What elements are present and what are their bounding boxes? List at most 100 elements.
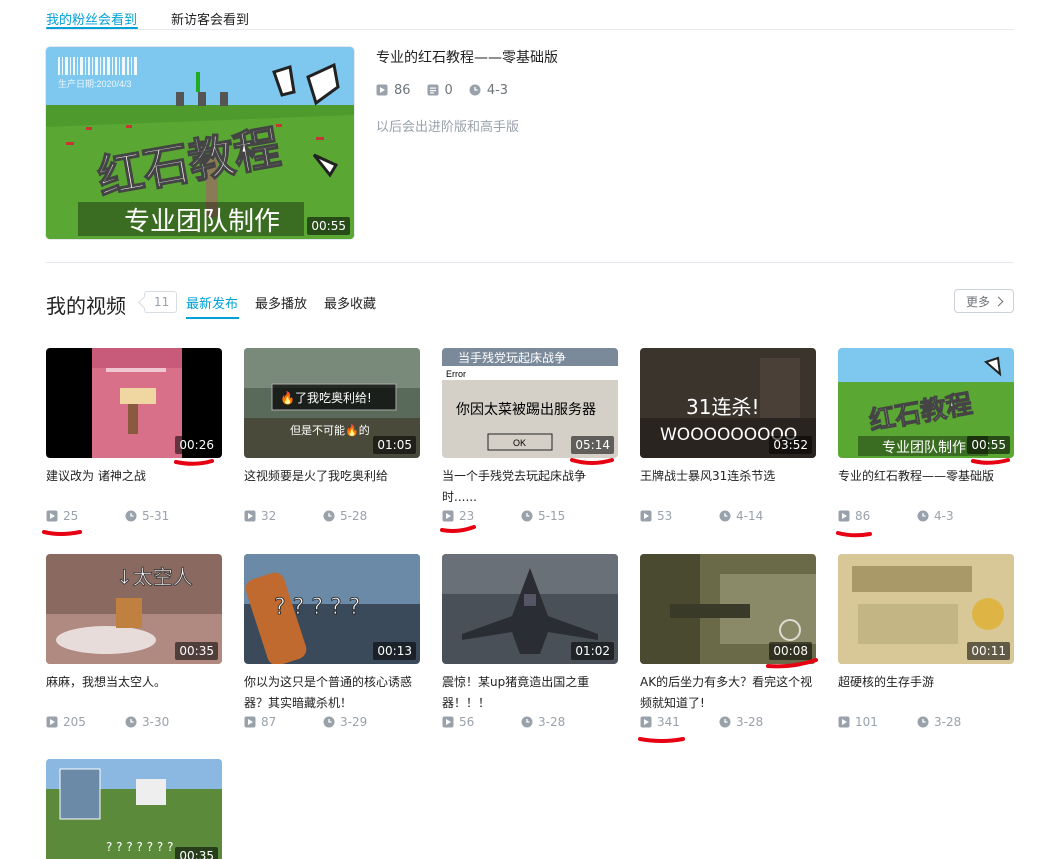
video-date: 5-31	[125, 509, 169, 523]
video-plays: 87	[244, 715, 323, 729]
clock-icon	[323, 716, 335, 728]
video-duration: 00:11	[967, 642, 1010, 660]
thumb-caption: 🔥了我吃奥利给!	[280, 391, 372, 405]
video-thumbnail[interactable]: 🔥了我吃奥利给! 但是不可能🔥的 01:05	[244, 348, 420, 458]
video-plays: 32	[244, 509, 323, 523]
thumb-caption-2: 但是不可能🔥的	[290, 423, 370, 437]
video-play-count: 341	[657, 715, 680, 729]
sort-tab-most-played[interactable]: 最多播放	[255, 293, 307, 312]
play-count-icon	[640, 716, 652, 728]
thumb-caption: ? ? ? ? ?	[274, 595, 360, 620]
thumb-art: ? ? ? ? ? ? ?	[46, 759, 222, 859]
clock-icon	[719, 510, 731, 522]
tab-new-visitors-see[interactable]: 新访客会看到	[171, 9, 249, 28]
video-title[interactable]: 这视频要是火了我吃奥利给	[244, 466, 420, 508]
video-thumbnail[interactable]: 00:08	[640, 554, 816, 664]
video-card: ↓太空人 00:35 麻麻，我想当太空人。 205 3-30	[46, 554, 222, 730]
video-meta: 32 5-28	[244, 508, 420, 524]
video-duration: 00:26	[175, 436, 218, 454]
annotation-stroke	[440, 525, 476, 533]
video-date-text: 4-3	[934, 509, 954, 523]
video-meta: 205 3-30	[46, 714, 222, 730]
video-title[interactable]: 震惊！某up猪竟造出国之重器！！！	[442, 672, 618, 714]
video-play-count: 87	[261, 715, 277, 729]
featured-date: 4-3	[469, 83, 508, 98]
video-title[interactable]: AK的后坐力有多大？看完这个视频就知道了!	[640, 672, 816, 714]
video-thumbnail[interactable]: 00:26	[46, 348, 222, 458]
video-card: 01:02 震惊！某up猪竟造出国之重器！！！ 56 3-28	[442, 554, 618, 730]
video-date: 3-28	[719, 715, 763, 729]
featured-thumb-art: 生产日期:2020/4/3 红石教程 专业团队制作	[46, 47, 354, 239]
video-plays: 101	[838, 715, 917, 729]
thumb-ok-label: OK	[513, 438, 526, 448]
video-date: 5-15	[521, 509, 565, 523]
video-card: 🔥了我吃奥利给! 但是不可能🔥的 01:05 这视频要是火了我吃奥利给 32 5…	[244, 348, 420, 524]
video-thumbnail[interactable]: 当手残党玩起床战争 Error 你因太菜被踢出服务器 OK 05:14	[442, 348, 618, 458]
video-title[interactable]: 麻麻，我想当太空人。	[46, 672, 222, 714]
video-date-text: 3-30	[142, 715, 170, 729]
sort-tab-latest[interactable]: 最新发布	[186, 293, 238, 312]
video-title[interactable]: 超硬核的生存手游	[838, 672, 1014, 714]
video-title[interactable]: 当一个手残党去玩起床战争时......	[442, 466, 618, 508]
my-videos-title: 我的视频	[46, 294, 126, 318]
featured-stats: 86 0 4-3	[376, 82, 524, 98]
video-plays: 86	[838, 509, 917, 523]
video-date: 3-30	[125, 715, 169, 729]
more-button[interactable]: 更多	[954, 289, 1014, 313]
video-date: 3-29	[323, 715, 367, 729]
video-date-text: 4-14	[736, 509, 764, 523]
video-duration: 00:08	[769, 642, 812, 660]
video-count-badge: 11	[144, 291, 178, 313]
thumb-caption-2: 你因太菜被踢出服务器	[456, 402, 596, 418]
clock-icon	[521, 510, 533, 522]
play-count-icon	[442, 510, 454, 522]
video-thumbnail[interactable]: ? ? ? ? ? ? ? 00:35	[46, 759, 222, 859]
play-count-icon	[442, 716, 454, 728]
video-meta: 87 3-29	[244, 714, 420, 730]
clock-icon	[125, 716, 137, 728]
video-duration: 00:35	[175, 847, 218, 859]
video-meta: 23 5-15	[442, 508, 618, 524]
video-thumbnail[interactable]: 31连杀! WOOOOOOOOO 03:52	[640, 348, 816, 458]
clock-icon	[125, 510, 137, 522]
video-title[interactable]: 你以为这只是个普通的核心诱惑器？其实暗藏杀机！	[244, 672, 420, 714]
featured-video-thumbnail[interactable]: 生产日期:2020/4/3 红石教程 专业团队制作 00:55	[46, 47, 354, 239]
thumb-caption: ↓太空人	[116, 565, 193, 589]
thumb-caption: ? ? ? ? ? ? ?	[106, 840, 173, 854]
play-count-icon	[46, 716, 58, 728]
video-title[interactable]: 王牌战士暴风31连杀节选	[640, 466, 816, 508]
video-play-count: 32	[261, 509, 277, 523]
video-date-text: 3-29	[340, 715, 368, 729]
video-date-text: 3-28	[934, 715, 962, 729]
video-title[interactable]: 专业的红石教程——零基础版	[838, 466, 1014, 508]
tab-fans-see[interactable]: 我的粉丝会看到	[46, 9, 137, 28]
video-plays: 341	[640, 715, 719, 729]
video-duration: 00:55	[967, 436, 1010, 454]
visibility-tabs: 我的粉丝会看到 新访客会看到	[46, 0, 1014, 30]
play-count-icon	[46, 510, 58, 522]
video-thumbnail[interactable]: 红石教程 专业团队制作 00:55	[838, 348, 1014, 458]
video-title[interactable]: 建议改为 诸神之战	[46, 466, 222, 508]
thumb-caption-2: 专业团队制作	[882, 440, 966, 456]
play-count-icon	[244, 716, 256, 728]
video-card: 00:11 超硬核的生存手游 101 3-28	[838, 554, 1014, 730]
clock-icon	[323, 510, 335, 522]
featured-date-text: 4-3	[486, 82, 509, 98]
video-duration: 03:52	[769, 436, 812, 454]
video-duration: 05:14	[571, 436, 614, 454]
play-count-icon	[376, 84, 388, 96]
video-thumbnail[interactable]: 00:11	[838, 554, 1014, 664]
video-thumbnail[interactable]: ↓太空人 00:35	[46, 554, 222, 664]
video-plays: 23	[442, 509, 521, 523]
video-date-text: 5-15	[538, 509, 566, 523]
video-card: 当手残党玩起床战争 Error 你因太菜被踢出服务器 OK 05:14 当一个手…	[442, 348, 618, 524]
video-thumbnail[interactable]: 01:02	[442, 554, 618, 664]
sort-tab-most-favorited[interactable]: 最多收藏	[324, 293, 376, 312]
video-meta: 53 4-14	[640, 508, 816, 524]
clock-icon	[719, 716, 731, 728]
video-card: 31连杀! WOOOOOOOOO 03:52 王牌战士暴风31连杀节选 53 4…	[640, 348, 816, 524]
video-duration: 00:13	[373, 642, 416, 660]
video-plays: 56	[442, 715, 521, 729]
video-thumbnail[interactable]: ? ? ? ? ? 00:13	[244, 554, 420, 664]
featured-video-title[interactable]: 专业的红石教程——零基础版	[376, 47, 558, 67]
